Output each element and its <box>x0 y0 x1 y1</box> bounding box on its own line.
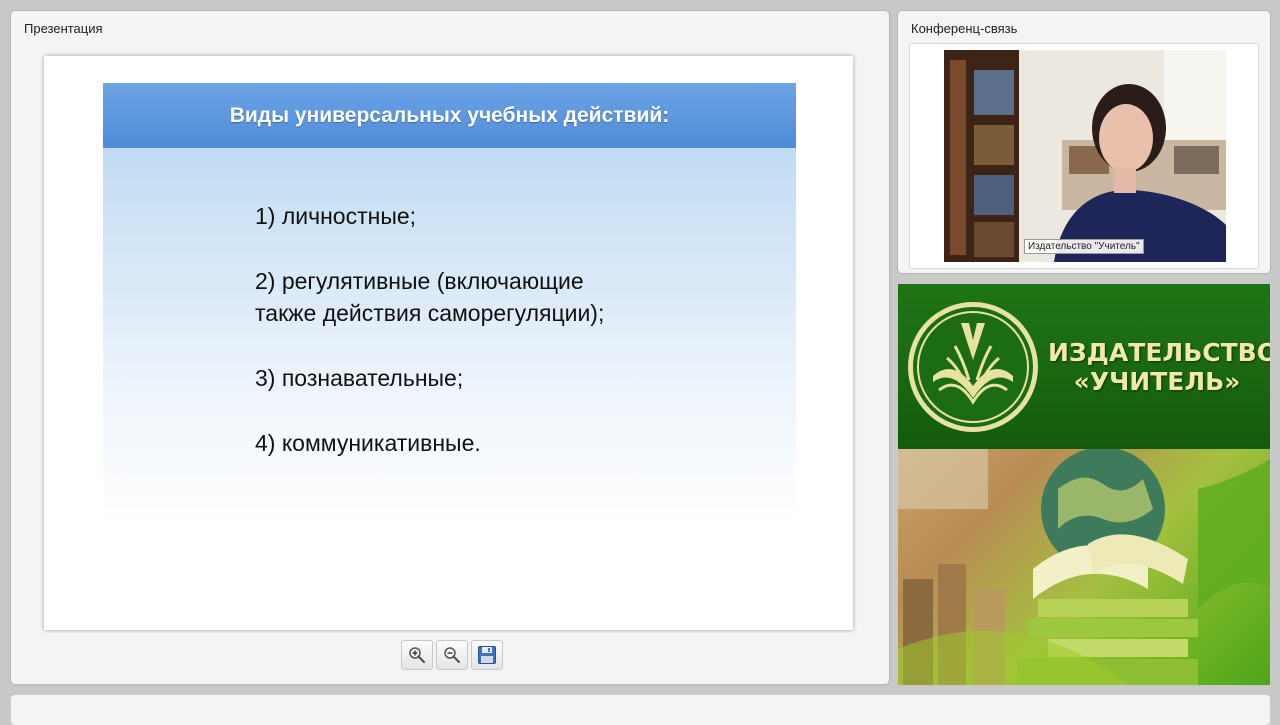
save-icon <box>478 646 496 664</box>
banner-header: ИЗДАТЕЛЬСТВО «УЧИТЕЛЬ» <box>898 284 1270 449</box>
bottom-panel <box>11 695 1270 725</box>
slide-item-2-line-1: 2) регулятивные (включающие <box>255 268 584 294</box>
zoom-out-button[interactable] <box>436 640 468 670</box>
presentation-toolbar <box>401 640 503 670</box>
save-button[interactable] <box>471 640 503 670</box>
publisher-name: ИЗДАТЕЛЬСТВО «УЧИТЕЛЬ» <box>1048 338 1270 396</box>
slide-item-4: 4) коммуникативные. <box>255 430 481 456</box>
slide-heading: Виды универсальных учебных действий: <box>103 83 796 148</box>
conference-panel-title: Конференц-связь <box>911 21 1018 36</box>
presentation-panel-title: Презентация <box>24 21 103 36</box>
banner-image <box>898 447 1270 685</box>
publisher-logo-icon <box>908 302 1038 432</box>
books-globe-image <box>898 447 1270 685</box>
webcam-video[interactable]: Издательство "Учитель" <box>944 50 1226 262</box>
slide-item-1: 1) личностные; <box>255 203 417 229</box>
conference-panel: Конференц-связь Издательство "Учитель" <box>898 11 1270 273</box>
slide-item-3: 3) познавательные; <box>255 365 464 391</box>
video-container: Издательство "Учитель" <box>909 43 1259 269</box>
slide: Виды универсальных учебных действий: 1) … <box>103 83 796 528</box>
zoom-in-button[interactable] <box>401 640 433 670</box>
slide-item-2-line-2: также действия саморегуляции); <box>255 300 605 326</box>
publisher-name-line-1: ИЗДАТЕЛЬСТВО <box>1048 338 1270 367</box>
slide-viewer[interactable]: Виды универсальных учебных действий: 1) … <box>44 56 853 630</box>
zoom-in-icon <box>409 647 426 664</box>
publisher-name-line-2: «УЧИТЕЛЬ» <box>1073 367 1241 396</box>
presentation-panel: Презентация Виды универсальных учебных д… <box>11 11 889 684</box>
zoom-out-icon <box>444 647 461 664</box>
speaker-video-image <box>944 50 1226 262</box>
video-participant-label: Издательство "Учитель" <box>1024 239 1144 254</box>
publisher-banner: ИЗДАТЕЛЬСТВО «УЧИТЕЛЬ» <box>898 284 1270 685</box>
